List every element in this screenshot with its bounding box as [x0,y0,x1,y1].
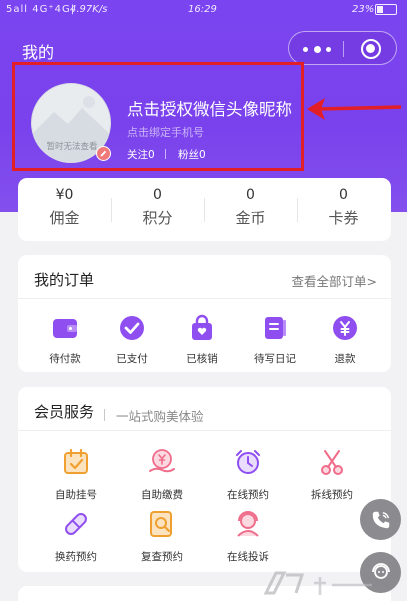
orders-title: 我的订单 [34,271,95,289]
bag-icon [192,314,212,340]
service-online-booking[interactable]: 在线预约 [208,447,288,502]
stat-commission[interactable]: ¥0 佣金 [18,187,111,228]
service-label: 自助缴费 [141,489,183,501]
signal-indicator: 5all 4G⁺4G| [6,4,76,15]
close-miniprogram-icon[interactable] [361,39,381,59]
phone-call-button[interactable] [360,499,401,540]
member-title: 会员服务 [34,403,95,421]
order-item-label: 退款 [334,353,356,365]
member-services-card: 会员服务 一站式购美体验 自助挂号 自助缴费 在线预约 拆线预约 换药预约 复查… [18,387,391,572]
service-label: 自助挂号 [55,489,97,501]
service-follow-up[interactable]: 复查预约 [122,509,202,564]
account-stats-card: ¥0 佣金 0 积分 0 金币 0 卡券 [18,178,391,241]
order-item-label: 待写日记 [254,353,296,365]
alarm-clock-icon [236,450,260,474]
stat-label: 佣金 [49,209,80,227]
service-label: 换药预约 [55,551,97,563]
battery-percent: 23% [352,4,375,15]
clock: 16:29 [188,4,217,15]
scissors-icon [321,450,343,475]
phone-icon [372,511,389,528]
stat-value: 0 [246,187,255,203]
service-label: 在线预约 [227,489,269,501]
search-doc-icon [150,511,172,537]
order-item-label: 待付款 [49,353,81,365]
calendar-check-icon [64,448,88,474]
divider [104,409,105,421]
order-paid[interactable]: 已支付 [100,314,164,366]
wallet-icon [53,319,77,338]
battery-icon [375,4,397,15]
yen-refund-icon [333,316,357,340]
view-all-orders-link[interactable]: 查看全部订单> [292,271,377,290]
order-item-label: 已核销 [186,353,218,365]
order-redeemed[interactable]: 已核销 [170,314,234,366]
payment-icon [149,449,175,473]
service-self-registration[interactable]: 自助挂号 [36,447,116,502]
pointer-arrow-icon [307,98,402,120]
stat-coupons[interactable]: 0 卡券 [297,187,390,228]
stat-label: 积分 [142,209,173,227]
miniprogram-capsule [288,31,397,65]
divider [18,298,391,299]
member-subtitle: 一站式购美体验 [116,409,204,424]
service-label: 在线投诉 [227,551,269,563]
stat-coins[interactable]: 0 金币 [204,187,297,228]
my-orders-card: 我的订单 查看全部订单> 待付款 已支付 已核销 待写日记 退款 [18,255,391,372]
service-dressing-change[interactable]: 换药预约 [36,509,116,564]
stat-label: 卡券 [328,209,359,227]
service-stitch-removal[interactable]: 拆线预约 [292,447,372,502]
order-write-diary[interactable]: 待写日记 [243,314,307,366]
stat-label: 金币 [235,209,266,227]
check-circle-icon [120,316,144,340]
service-label: 复查预约 [141,551,183,563]
order-refund[interactable]: 退款 [313,314,377,366]
stat-value: 0 [153,187,162,203]
order-pending-payment[interactable]: 待付款 [33,314,97,366]
page-title: 我的 [22,43,55,62]
capsule-divider [343,41,344,57]
more-menu-icon[interactable] [303,42,331,56]
service-self-payment[interactable]: 自助缴费 [122,447,202,502]
stat-value: 0 [339,187,348,203]
watermark-overlay [262,567,382,601]
order-item-label: 已支付 [116,353,148,365]
service-online-complaint[interactable]: 在线投诉 [208,509,288,564]
pill-icon [65,513,87,535]
divider [18,430,391,431]
highlight-box [12,62,304,171]
network-speed: 4.97K/s [70,4,108,15]
stat-value: ¥0 [55,187,74,203]
diary-icon [265,317,286,339]
status-bar: 5all 4G⁺4G| 4.97K/s 16:29 23% [0,0,407,22]
stat-points[interactable]: 0 积分 [111,187,204,228]
agent-icon [237,511,259,537]
service-label: 拆线预约 [311,489,353,501]
